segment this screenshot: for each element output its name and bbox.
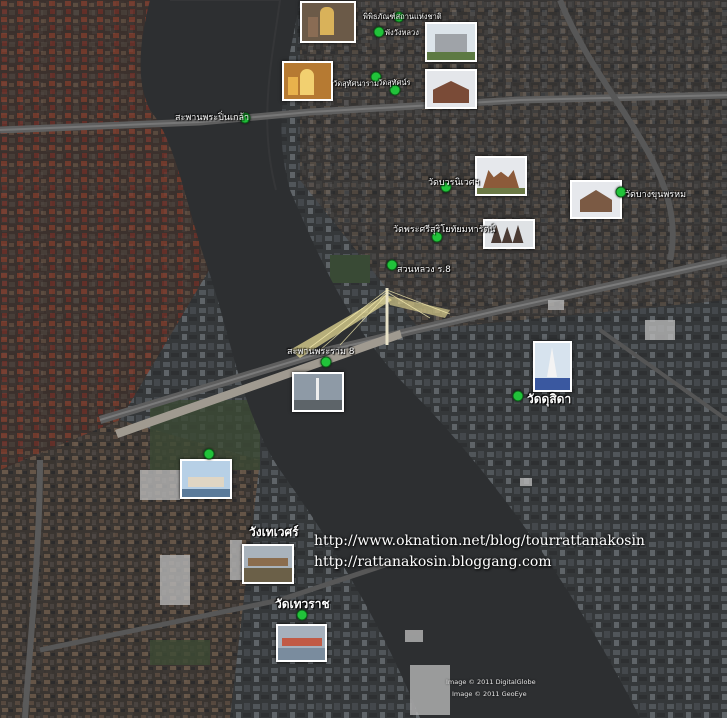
placemark-rama8[interactable] [320,356,332,368]
photo-thumbnail-thewet-park[interactable] [180,459,232,499]
label-watyai[interactable]: วัดบางขุนพรหม [625,190,686,201]
label-pinklao[interactable]: สะพานพระปิ่นเกล้า [175,113,249,124]
photo-thumbnail-thewaraj[interactable] [276,624,327,662]
photo-thumbnail-wanglang[interactable] [425,22,477,62]
satellite-map[interactable]: พิพิธภัณฑ์สถานแห่งชาติ พังวังหลวง วัดสุท… [0,0,727,718]
imagery-credit-digitalglobe: Image © 2011 DigitalGlobe [446,678,536,686]
placemark-dusit[interactable] [512,390,524,402]
photo-thumbnail-watyai[interactable] [570,180,622,219]
photo-thumbnail-watbowon[interactable] [475,156,527,196]
label-suthat[interactable]: วัดสุทัศน์ร [378,78,411,87]
label-dusit[interactable]: วัดดุสิดา [527,392,571,406]
placemark-wanglang[interactable] [373,26,385,38]
label-siri[interactable]: วัดพระศรีสุริโยทัยมหารัตน์ [393,225,495,236]
label-watbowon[interactable]: วัดบวรนิเวศฯ [428,178,480,189]
label-thewet[interactable]: วังเทเวศร์ [249,525,299,539]
label-thewaraj[interactable]: วัดเทวราช [275,597,330,611]
photo-thumbnail-rama8[interactable] [292,372,344,412]
blog-url-bloggang[interactable]: http://rattanakosin.bloggang.com [314,554,552,570]
label-rama8[interactable]: สะพานพระราม 8 [287,347,354,358]
photo-thumbnail-museum[interactable] [300,1,356,43]
imagery-credit-geoeye: Image © 2011 GeoEye [452,690,527,698]
photo-thumbnail-thewet[interactable] [242,544,294,584]
map-imagery [0,0,727,718]
label-arun-temple[interactable]: วัดสุทัศนาราม [333,79,379,88]
label-suanluang[interactable]: สวนหลวง ร.8 [397,265,451,276]
photo-thumbnail-dusit[interactable] [533,341,572,392]
photo-thumbnail-arun-temple[interactable] [282,61,333,101]
label-wanglang[interactable]: พังวังหลวง [385,28,419,37]
blog-url-oknation[interactable]: http://www.oknation.net/blog/tourrattana… [314,533,645,549]
placemark-thewaraj[interactable] [296,609,308,621]
placemark-suanluang[interactable] [386,259,398,271]
placemark-thewet-park[interactable] [203,448,215,460]
photo-thumbnail-suthat[interactable] [425,69,477,109]
label-museum[interactable]: พิพิธภัณฑ์สถานแห่งชาติ [363,12,442,21]
